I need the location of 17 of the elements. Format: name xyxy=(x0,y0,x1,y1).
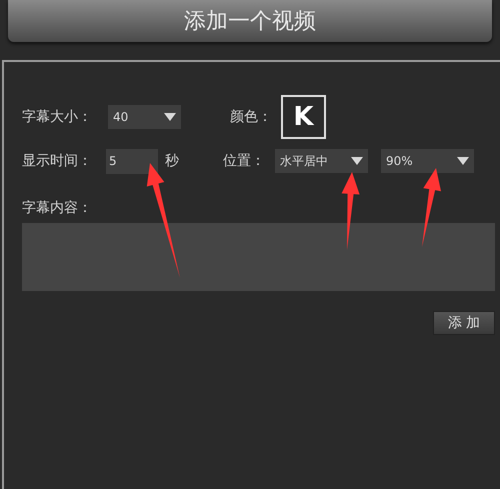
seconds-unit: 秒 xyxy=(165,152,180,170)
add-button[interactable]: 添 加 xyxy=(433,311,495,335)
color-label: 颜色： xyxy=(230,108,273,126)
caret-icon xyxy=(351,157,363,165)
color-picker[interactable]: K xyxy=(281,95,326,139)
duration-field[interactable]: 5 xyxy=(106,148,158,174)
content-label: 字幕内容： xyxy=(22,199,92,218)
caret-icon xyxy=(457,157,469,165)
duration-label: 显示时间： xyxy=(22,152,93,170)
header-title: 添加一个视频 xyxy=(184,8,316,36)
caret-icon xyxy=(164,113,176,121)
position-label: 位置： xyxy=(223,152,266,170)
subtitle-size-label: 字幕大小： xyxy=(22,108,93,126)
dropdown[interactable]: 水平居中 xyxy=(275,149,368,173)
dropdown[interactable]: 40 xyxy=(108,105,181,129)
dropdown[interactable]: 90% xyxy=(381,149,474,173)
content-field[interactable] xyxy=(22,223,495,291)
